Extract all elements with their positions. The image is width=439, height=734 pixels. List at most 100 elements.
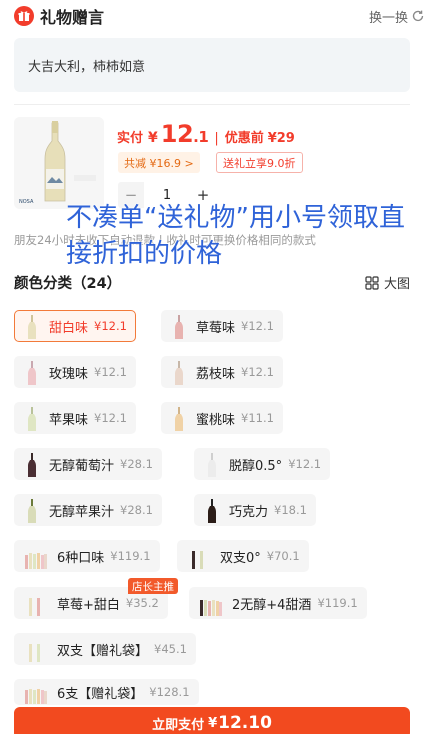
option-strawberry[interactable]: 草莓味 ¥12.1 — [161, 310, 283, 342]
pay-label: 立即支付 — [152, 717, 205, 733]
option-name: 甜白味 — [49, 320, 89, 336]
grid-icon — [365, 275, 379, 290]
option-price: ¥12.1 — [241, 319, 274, 333]
option-double-0[interactable]: 双支0° ¥70.1 — [177, 540, 309, 572]
option-price: ¥28.1 — [120, 457, 153, 471]
option-chocolate[interactable]: 巧克力 ¥18.1 — [194, 494, 316, 526]
option-rose[interactable]: 玫瑰味 ¥12.1 — [14, 356, 136, 388]
option-price: ¥18.1 — [274, 503, 307, 517]
bottle-icon — [23, 359, 41, 385]
original-price: ¥29 — [267, 131, 295, 146]
price-label: 实付 — [117, 131, 144, 146]
option-name: 2无醇+4甜酒 — [232, 597, 312, 613]
option-price: ¥119.1 — [110, 549, 151, 563]
divider — [14, 104, 410, 105]
original-price-label: 优惠前 — [224, 131, 264, 146]
bottle-icon — [203, 497, 221, 523]
recommend-badge: 店长主推 — [128, 578, 178, 594]
bottle-icon — [170, 313, 188, 339]
header-title: 礼物赠言 — [40, 8, 105, 27]
option-name: 无醇葡萄汁 — [49, 458, 115, 474]
gift-icon — [14, 6, 34, 26]
option-name: 荔枝味 — [196, 366, 236, 382]
pay-currency: ¥ — [208, 715, 218, 731]
option-price: ¥12.1 — [288, 457, 322, 471]
svg-text:NOSA: NOSA — [19, 199, 34, 205]
option-name: 巧克力 — [229, 504, 269, 520]
option-six-flavors[interactable]: 6种口味 ¥119.1 — [14, 540, 160, 572]
quantity-plus-button[interactable]: + — [190, 182, 216, 208]
option-price: ¥11.1 — [241, 411, 274, 425]
option-name: 脱醇0.5° — [229, 458, 283, 474]
option-dealcoholized[interactable]: 脱醇0.5° ¥12.1 — [194, 448, 331, 480]
price-int: 12 — [160, 120, 194, 148]
option-price: ¥12.1 — [94, 411, 127, 425]
swap-label: 换一换 — [368, 10, 408, 26]
option-price: ¥12.1 — [94, 365, 127, 379]
header: 礼物赠言 换一换 — [0, 0, 439, 32]
gift-message-field[interactable]: 大吉大利，柿柿如意 — [14, 38, 410, 92]
option-name: 苹果味 — [49, 412, 89, 428]
product-image: NOSA — [14, 117, 104, 209]
option-peach[interactable]: 蜜桃味 ¥11.1 — [161, 402, 283, 434]
bottle-set-icon — [23, 680, 49, 704]
option-grape-juice[interactable]: 无醇葡萄汁 ¥28.1 — [14, 448, 162, 480]
refresh-icon — [412, 10, 424, 22]
bottle-set-icon — [23, 543, 49, 569]
option-price: ¥12.1 — [94, 319, 127, 333]
option-name: 无醇苹果汁 — [49, 504, 115, 520]
bottle-pair-icon — [186, 543, 212, 569]
gift-purchase-sheet: 礼物赠言 换一换 大吉大利，柿柿如意 NOSA 实付 ¥ 12.1 | 优惠前 … — [0, 0, 439, 734]
price-currency: ¥ — [148, 130, 158, 146]
quantity-stepper: − 1 + — [118, 182, 218, 208]
bottle-icon — [23, 313, 41, 339]
bottle-icon — [23, 451, 41, 477]
price-row: 实付 ¥ 12.1 | 优惠前 ¥29 — [117, 120, 295, 148]
quantity-value[interactable]: 1 — [144, 188, 190, 203]
option-name: 草莓味 — [196, 320, 236, 336]
option-name: 草莓+甜白 — [57, 597, 120, 613]
option-lychee[interactable]: 荔枝味 ¥12.1 — [161, 356, 283, 388]
option-price: ¥70.1 — [266, 549, 300, 563]
gift-message-text: 大吉大利，柿柿如意 — [28, 59, 146, 75]
option-name: 双支【赠礼袋】 — [57, 643, 149, 659]
discount-tag[interactable]: 共减 ¥16.9 > — [118, 152, 200, 173]
swap-message-button[interactable]: 换一换 — [369, 7, 425, 26]
option-name: 6支【赠礼袋】 — [57, 686, 144, 702]
big-picture-label: 大图 — [383, 277, 410, 292]
bottle-icon — [23, 405, 41, 431]
refund-notice: 朋友24小时未收下自动退款 | 收礼时可更换价格相同的款式 — [14, 233, 316, 247]
gift-discount-tag: 送礼立享9.0折 — [216, 152, 303, 173]
option-price: ¥45.1 — [154, 642, 187, 656]
options-title: 颜色分类（24） — [14, 276, 122, 292]
bottle-set-icon — [198, 590, 224, 616]
quantity-minus-button[interactable]: − — [118, 182, 144, 208]
option-name: 玫瑰味 — [49, 366, 89, 382]
option-sweet-white[interactable]: 甜白味 ¥12.1 — [14, 310, 136, 342]
option-price: ¥28.1 — [120, 503, 153, 517]
options-header: 颜色分类（24） 大图 — [14, 272, 410, 293]
bottle-icon — [203, 451, 221, 477]
option-apple-juice[interactable]: 无醇苹果汁 ¥28.1 — [14, 494, 162, 526]
option-six-gift-bag[interactable]: 6支【赠礼袋】 ¥128.1 — [14, 679, 199, 705]
option-double-gift-bag[interactable]: 双支【赠礼袋】 ¥45.1 — [14, 633, 196, 665]
option-price: ¥35.2 — [125, 596, 159, 610]
bottle-icon — [170, 359, 188, 385]
price-dec: .1 — [193, 128, 209, 146]
option-price: ¥119.1 — [317, 596, 358, 610]
option-name: 双支0° — [220, 550, 261, 566]
price-separator: | — [214, 131, 219, 146]
big-picture-button[interactable]: 大图 — [365, 273, 410, 292]
bottle-pair-icon — [23, 590, 49, 616]
bottle-pair-icon — [23, 636, 49, 662]
bottle-icon — [23, 497, 41, 523]
option-name: 6种口味 — [57, 550, 105, 566]
price-value: 12.1 — [161, 120, 209, 148]
option-price: ¥12.1 — [241, 365, 274, 379]
pay-amount: 12.10 — [218, 713, 272, 733]
option-two-plus-four[interactable]: 2无醇+4甜酒 ¥119.1 — [189, 587, 367, 619]
pay-now-button[interactable]: 立即支付 ¥ 12.10 — [14, 707, 410, 734]
option-apple[interactable]: 苹果味 ¥12.1 — [14, 402, 136, 434]
option-price: ¥128.1 — [149, 685, 190, 699]
bottle-icon — [170, 405, 188, 431]
